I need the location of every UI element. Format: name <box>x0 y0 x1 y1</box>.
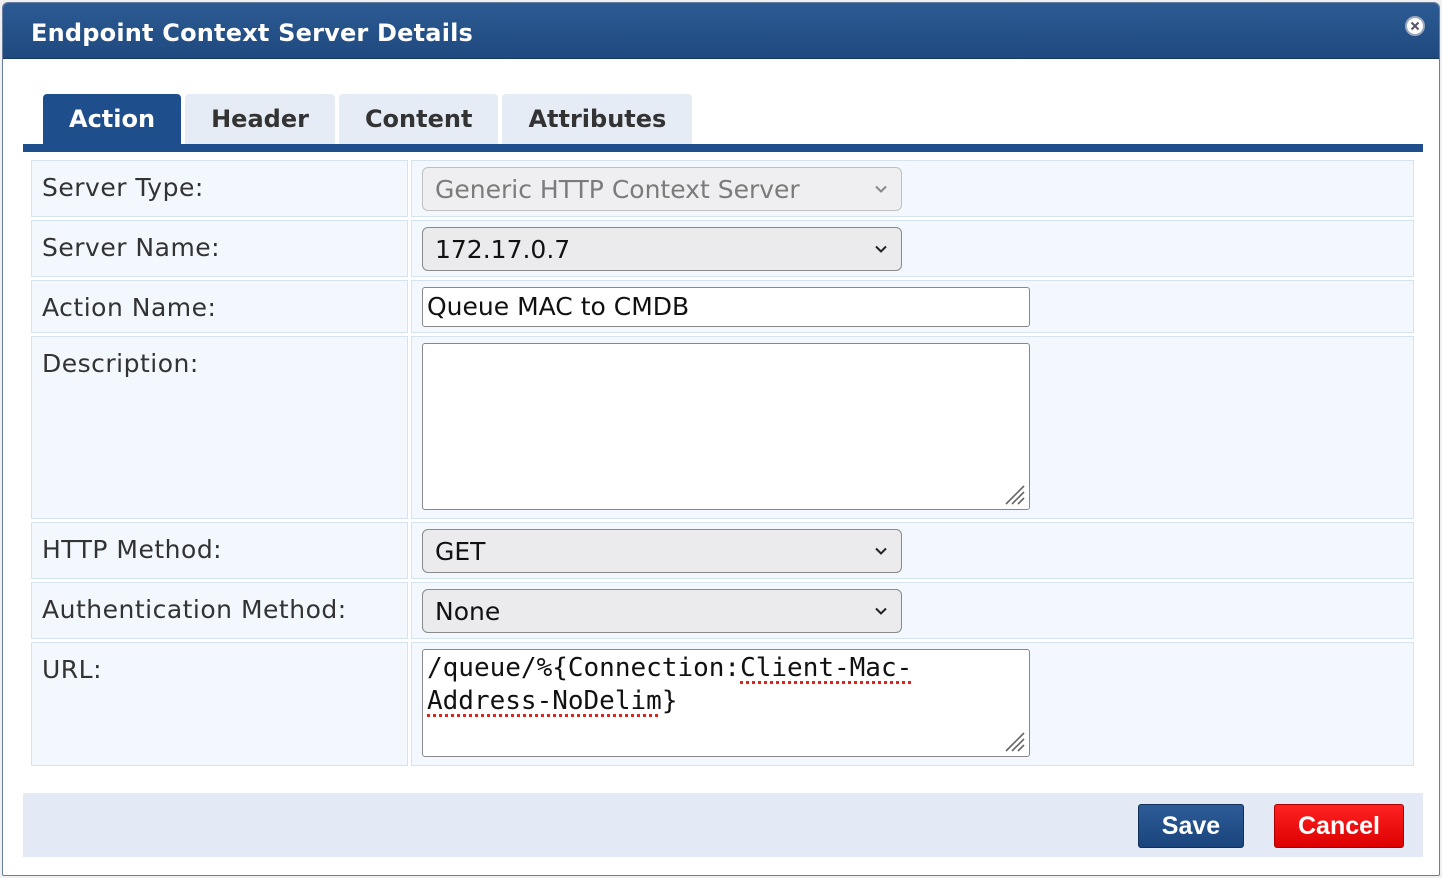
auth-method-row: Authentication Method: None <box>31 582 1415 639</box>
cancel-button[interactable]: Cancel <box>1274 804 1404 848</box>
url-value: /queue/%{Connection:Client-Mac- Address-N… <box>423 650 1029 720</box>
server-type-select: Generic HTTP Context Server <box>422 167 902 211</box>
chevron-down-icon <box>875 185 887 193</box>
tab-underline <box>23 144 1423 152</box>
description-row: Description: <box>31 336 1415 519</box>
resize-grip-icon[interactable] <box>1000 480 1026 506</box>
url-text-part: /queue/%{Connection: <box>427 653 741 683</box>
tab-action[interactable]: Action <box>43 94 182 144</box>
action-name-cell: Queue MAC to CMDB <box>411 280 1414 333</box>
url-label: URL: <box>31 642 408 766</box>
tab-header[interactable]: Header <box>185 94 335 144</box>
action-form: Server Type: Generic HTTP Context Server… <box>31 160 1415 769</box>
http-method-select[interactable]: GET <box>422 529 902 573</box>
action-name-label: Action Name: <box>31 280 408 333</box>
server-name-label: Server Name: <box>31 220 408 277</box>
server-name-row: Server Name: 172.17.0.7 <box>31 220 1415 277</box>
action-name-input[interactable]: Queue MAC to CMDB <box>422 287 1030 327</box>
auth-method-value: None <box>435 596 501 626</box>
http-method-label: HTTP Method: <box>31 522 408 579</box>
url-textarea[interactable]: /queue/%{Connection:Client-Mac- Address-N… <box>422 649 1030 757</box>
url-text-part: Client-Mac- <box>740 653 913 683</box>
endpoint-context-server-dialog: Endpoint Context Server Details Action H… <box>2 2 1440 876</box>
http-method-row: HTTP Method: GET <box>31 522 1415 579</box>
description-cell <box>411 336 1414 519</box>
server-name-cell: 172.17.0.7 <box>411 220 1414 277</box>
chevron-down-icon <box>875 547 887 555</box>
auth-method-cell: None <box>411 582 1414 639</box>
dialog-titlebar: Endpoint Context Server Details <box>3 3 1439 59</box>
server-type-label: Server Type: <box>31 160 408 217</box>
action-name-row: Action Name: Queue MAC to CMDB <box>31 280 1415 333</box>
http-method-value: GET <box>435 536 486 566</box>
http-method-cell: GET <box>411 522 1414 579</box>
url-cell: /queue/%{Connection:Client-Mac- Address-N… <box>411 642 1414 766</box>
description-textarea[interactable] <box>422 343 1030 510</box>
server-type-cell: Generic HTTP Context Server <box>411 160 1414 217</box>
tab-bar: Action Header Content Attributes <box>43 94 693 144</box>
save-button[interactable]: Save <box>1138 804 1244 848</box>
dialog-footer: Save Cancel <box>23 793 1423 857</box>
server-name-value: 172.17.0.7 <box>435 234 571 264</box>
chevron-down-icon <box>875 607 887 615</box>
tab-content[interactable]: Content <box>338 94 499 144</box>
description-label: Description: <box>31 336 408 519</box>
auth-method-label: Authentication Method: <box>31 582 408 639</box>
server-type-row: Server Type: Generic HTTP Context Server <box>31 160 1415 217</box>
resize-grip-icon[interactable] <box>1000 727 1026 753</box>
url-text-part: } <box>661 686 678 716</box>
dialog-title: Endpoint Context Server Details <box>31 19 474 47</box>
server-name-select[interactable]: 172.17.0.7 <box>422 227 902 271</box>
url-text-part: Address-NoDelim <box>427 686 662 716</box>
tab-attributes[interactable]: Attributes <box>502 94 693 144</box>
url-row: URL: /queue/%{Connection:Client-Mac- Addr… <box>31 642 1415 766</box>
server-type-value: Generic HTTP Context Server <box>435 174 800 204</box>
auth-method-select[interactable]: None <box>422 589 902 633</box>
close-icon[interactable] <box>1405 16 1425 36</box>
chevron-down-icon <box>875 245 887 253</box>
